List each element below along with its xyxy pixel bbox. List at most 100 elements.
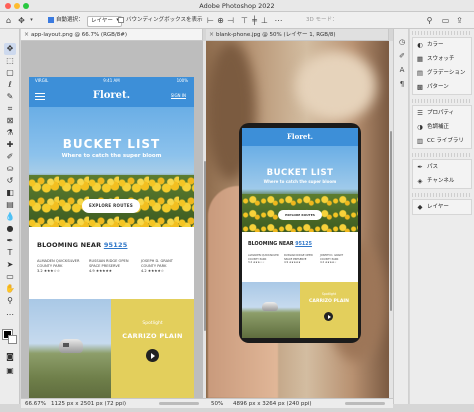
move-tool-icon[interactable]: ✥ — [4, 43, 16, 55]
tab-app-layout[interactable]: × app-layout.png @ 66.7% (RGB/8#) — [21, 29, 203, 41]
artboard-tool-icon[interactable]: ⬚ — [4, 55, 16, 67]
background-color-swatch[interactable] — [8, 335, 17, 344]
panel-label: CC ライブラリ — [427, 138, 464, 144]
location-item: JOSEPH D. GRANT COUNTY PARK 4.2 ★★★★☆ — [320, 254, 354, 265]
panel-grip[interactable] — [412, 153, 472, 157]
blooming-label: BLOOMING NEAR — [248, 242, 294, 247]
auto-select-value[interactable]: レイヤー — [87, 16, 122, 27]
background-blur — [296, 51, 376, 121]
airstream-photo — [242, 282, 300, 338]
zoom-level[interactable]: 66.67% — [25, 399, 46, 409]
eraser-tool-icon[interactable]: ◧ — [4, 187, 16, 199]
align-top-icon[interactable]: ⊤ — [240, 16, 249, 25]
bounding-box-option[interactable]: バウンディングボックスを表示 — [118, 16, 202, 25]
crop-tool-icon[interactable]: ⌗ — [4, 103, 16, 115]
document-info[interactable]: 1125 px x 2501 px (72 ppi) — [51, 399, 126, 409]
marquee-tool-icon[interactable]: ▢ — [4, 67, 16, 79]
eyedropper-tool-icon[interactable]: ⚗ — [4, 127, 16, 139]
panel-tab-properties[interactable]: ☰ プロパティ — [413, 106, 471, 120]
home-icon[interactable]: ⌂ — [4, 16, 13, 25]
libraries-icon: ▥ — [416, 137, 424, 145]
lasso-tool-icon[interactable]: ℓ — [4, 79, 16, 91]
3d-mode-label: 3D モード： — [306, 17, 338, 23]
panel-tab-adjustments[interactable]: ◑ 色調補正 — [413, 120, 471, 134]
move-tool-icon[interactable]: ✥ — [17, 16, 26, 25]
canvas-app-layout[interactable]: VIRGIL 9:41 AM 100% Floret. SIGN IN BUCK… — [21, 41, 203, 398]
workspace-icon[interactable]: ▭ — [441, 16, 450, 25]
align-middle-icon[interactable]: ╪ — [250, 16, 259, 25]
type-tool-icon[interactable]: T — [4, 247, 16, 259]
paragraph-icon[interactable]: ¶ — [397, 79, 407, 89]
panel-grip[interactable] — [412, 31, 472, 35]
panel-tab-channels[interactable]: ◈ チャンネル — [413, 174, 471, 188]
canvas-blank-phone[interactable]: Floret. BUCKET LIST Where to catch the s… — [206, 41, 389, 398]
paths-panel-group: ✒ パス ◈ チャンネル — [412, 159, 472, 189]
battery-label: 100% — [176, 78, 188, 83]
location-item: RUSSIAN RIDGE OPEN SPACE PRESERVE 4.9 ★★… — [89, 259, 137, 274]
more-options-icon[interactable]: ⋯ — [274, 16, 283, 25]
share-icon[interactable]: ⇪ — [455, 16, 464, 25]
location-name: RUSSIAN RIDGE OPEN SPACE PRESERVE — [89, 259, 129, 268]
phone-screen: Floret. BUCKET LIST Where to catch the s… — [242, 128, 358, 338]
dodge-tool-icon[interactable]: ● — [4, 223, 16, 235]
horizontal-scrollbar[interactable] — [345, 402, 385, 405]
properties-icon: ☰ — [417, 109, 423, 117]
location-rating: 3.2 ★★★☆☆ — [37, 269, 60, 273]
more-tools-icon[interactable]: ⋯ — [4, 309, 16, 321]
blooming-label: BLOOMING NEAR — [37, 241, 102, 249]
scrollbar-thumb[interactable] — [390, 131, 392, 311]
align-bottom-icon[interactable]: ⊥ — [260, 16, 269, 25]
blur-tool-icon[interactable]: 💧 — [4, 211, 16, 223]
panel-tab-patterns[interactable]: ▩ パターン — [413, 80, 471, 94]
auto-select-dropdown[interactable]: レイヤー — [87, 16, 122, 27]
hand-tool-icon[interactable]: ✋ — [4, 283, 16, 295]
panel-grip[interactable] — [412, 193, 472, 197]
brush-tool-icon[interactable]: ✐ — [4, 151, 16, 163]
align-right-icon[interactable]: ⊣ — [226, 16, 235, 25]
document-info[interactable]: 4896 px x 3264 px (240 ppi) — [233, 399, 312, 409]
auto-select-option[interactable]: 自動選択： — [48, 16, 84, 25]
panel-tab-color[interactable]: ◐ カラー — [413, 38, 471, 52]
pen-tool-icon[interactable]: ✒ — [4, 235, 16, 247]
hero-banner: BUCKET LIST Where to catch the super blo… — [29, 107, 194, 227]
panel-tab-gradients[interactable]: ▤ グラデーション — [413, 66, 471, 80]
history-icon[interactable]: ◷ — [397, 37, 407, 47]
path-selection-tool-icon[interactable]: ➤ — [4, 259, 16, 271]
healing-brush-tool-icon[interactable]: ✚ — [4, 139, 16, 151]
bounding-box-checkbox[interactable] — [118, 16, 124, 23]
horizontal-scrollbar[interactable] — [159, 402, 199, 405]
brush-settings-icon[interactable]: ✐ — [397, 51, 407, 61]
align-left-icon[interactable]: ⊢ — [206, 16, 215, 25]
app-layout-artwork: VIRGIL 9:41 AM 100% Floret. SIGN IN BUCK… — [29, 77, 194, 398]
panel-tab-layers[interactable]: ◆ レイヤー — [413, 200, 471, 214]
frame-tool-icon[interactable]: ⊠ — [4, 115, 16, 127]
search-icon[interactable]: ⚲ — [425, 16, 434, 25]
panel-grip[interactable] — [412, 99, 472, 103]
align-center-icon[interactable]: ⊕ — [216, 16, 225, 25]
panel-tab-libraries[interactable]: ▥ CC ライブラリ — [413, 134, 471, 148]
app-brand: Floret. — [286, 132, 314, 141]
screen-mode-icon[interactable]: ▣ — [4, 365, 16, 377]
character-icon[interactable]: A — [397, 65, 407, 75]
close-tab-icon[interactable]: × — [24, 29, 29, 41]
location-name: ALMADEN QUICKSILVER COUNTY PARK — [37, 259, 80, 268]
location-item: ALMADEN QUICKSILVER COUNTY PARK 3.2 ★★★☆… — [248, 254, 282, 265]
history-brush-tool-icon[interactable]: ↺ — [4, 175, 16, 187]
quick-mask-icon[interactable]: ◙ — [4, 351, 16, 363]
bounding-box-label: バウンディングボックスを表示 — [126, 17, 203, 23]
tab-blank-phone[interactable]: × blank-phone.jpg @ 50% (レイヤー 1, RGB/8) — [206, 29, 389, 41]
tab-label: blank-phone.jpg @ 50% (レイヤー 1, RGB/8) — [216, 32, 336, 38]
shape-tool-icon[interactable]: ▭ — [4, 271, 16, 283]
auto-select-checkbox[interactable] — [48, 16, 54, 23]
clone-stamp-tool-icon[interactable]: ⛀ — [4, 163, 16, 175]
panel-tab-swatches[interactable]: ▦ スウォッチ — [413, 52, 471, 66]
chevron-down-icon[interactable]: ▾ — [27, 16, 36, 25]
close-tab-icon[interactable]: × — [209, 29, 214, 41]
hero-subtitle: Where to catch the super bloom — [61, 153, 162, 159]
zoom-tool-icon[interactable]: ⚲ — [4, 295, 16, 307]
zoom-level[interactable]: 50% — [211, 399, 223, 409]
gradient-tool-icon[interactable]: ▤ — [4, 199, 16, 211]
panel-tab-paths[interactable]: ✒ パス — [413, 160, 471, 174]
quick-select-tool-icon[interactable]: ✎ — [4, 91, 16, 103]
sign-in-link: SIGN IN — [170, 93, 186, 99]
